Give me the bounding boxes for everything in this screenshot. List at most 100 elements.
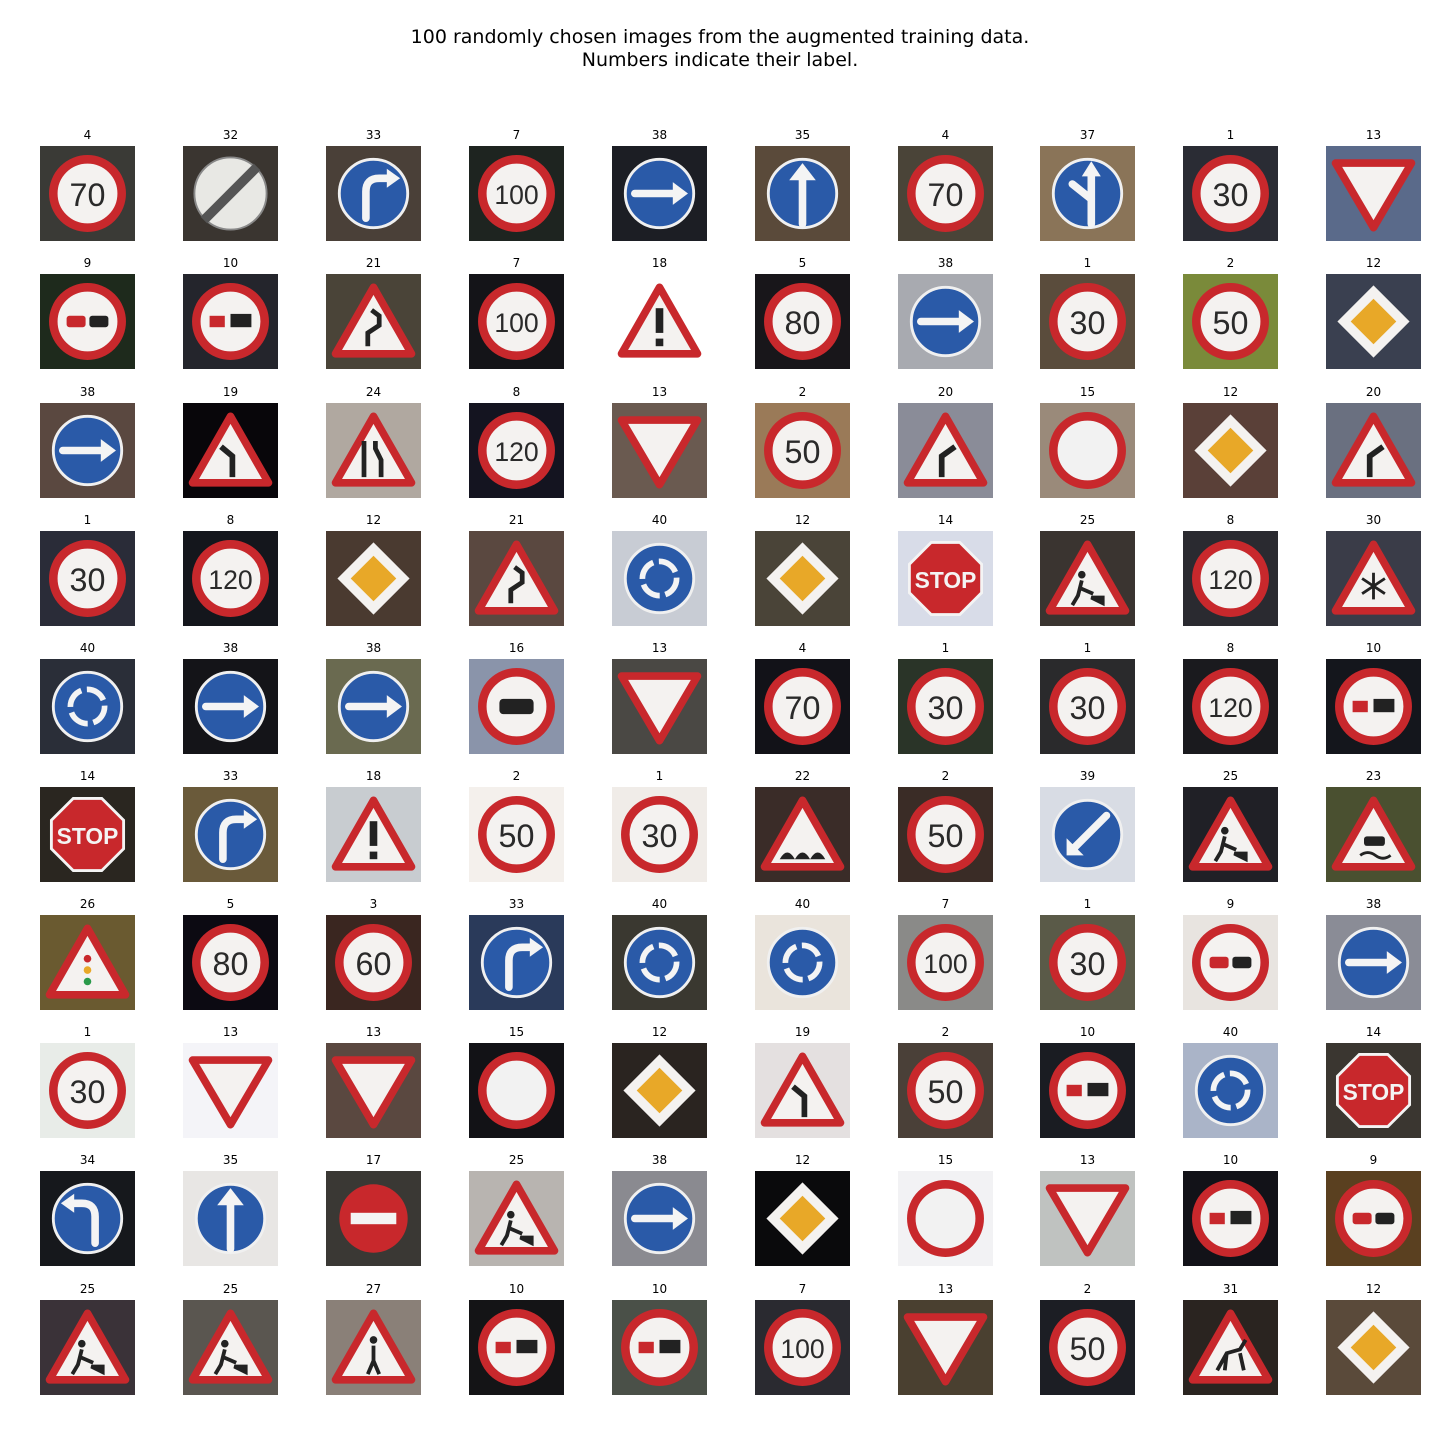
- image-label: 37: [1079, 128, 1096, 142]
- image-label: 15: [1079, 385, 1096, 399]
- speed-limit-icon: 80: [183, 915, 278, 1010]
- image-label: 5: [226, 897, 235, 911]
- no-vehicles-icon-graphic: [1040, 403, 1135, 498]
- road-work-icon: [1183, 787, 1278, 882]
- image-label: 12: [1365, 256, 1382, 270]
- speed-limit-icon-graphic: 50: [1183, 274, 1278, 369]
- svg-text:50: 50: [499, 818, 535, 854]
- turn-right-icon-graphic: [183, 787, 278, 882]
- priority-road-icon: [1183, 403, 1278, 498]
- image-label: 10: [508, 1282, 525, 1296]
- speed-limit-icon-graphic: 30: [1183, 146, 1278, 241]
- slippery-road-icon: [1326, 787, 1421, 882]
- ahead-only-icon: [183, 1171, 278, 1266]
- svg-text:80: 80: [785, 305, 821, 341]
- no-passing-icon: [1326, 1171, 1421, 1266]
- keep-right-icon-graphic: [183, 659, 278, 754]
- speed-limit-icon: 120: [1183, 531, 1278, 626]
- no-passing-trucks-icon-graphic: [612, 1300, 707, 1395]
- speed-limit-icon: 100: [469, 146, 564, 241]
- speed-limit-icon-graphic: 30: [898, 659, 993, 754]
- double-curve-icon-graphic: [326, 274, 421, 369]
- no-vehicles-icon: [469, 1043, 564, 1138]
- speed-limit-icon-graphic: 50: [755, 403, 850, 498]
- image-label: 15: [508, 1025, 525, 1039]
- speed-limit-icon: 70: [898, 146, 993, 241]
- no-trucks-icon: [469, 659, 564, 754]
- speed-limit-icon: 70: [40, 146, 135, 241]
- image-label: 13: [1365, 128, 1382, 142]
- image-label: 13: [937, 1282, 954, 1296]
- turn-right-icon-graphic: [326, 146, 421, 241]
- ice-snow-icon-graphic: [1326, 531, 1421, 626]
- image-label: 3: [369, 897, 378, 911]
- road-narrows-icon: [326, 403, 421, 498]
- image-label: 1: [83, 513, 92, 527]
- image-label: 10: [1222, 1153, 1239, 1167]
- no-passing-trucks-icon-graphic: [1183, 1171, 1278, 1266]
- roundabout-icon: [612, 531, 707, 626]
- image-grid: 4 70 32 33 7 100 38 35 4 70 37 1 30 13 9 10 21 7 100 18 5 80…: [0, 0, 1440, 1440]
- svg-text:30: 30: [1213, 177, 1249, 213]
- speed-limit-icon: 50: [1040, 1300, 1135, 1395]
- image-label: 26: [79, 897, 96, 911]
- image-label: 5: [798, 256, 807, 270]
- image-label: 25: [1079, 513, 1096, 527]
- slippery-road-icon-graphic: [1326, 787, 1421, 882]
- svg-text:50: 50: [928, 818, 964, 854]
- image-label: 4: [798, 641, 807, 655]
- priority-road-icon-graphic: [1326, 1300, 1421, 1395]
- roundabout-icon-graphic: [40, 659, 135, 754]
- image-label: 38: [1365, 897, 1382, 911]
- roundabout-icon-graphic: [1183, 1043, 1278, 1138]
- general-caution-icon: [612, 274, 707, 369]
- speed-limit-icon: 50: [469, 787, 564, 882]
- yield-icon: [612, 403, 707, 498]
- speed-limit-icon: 30: [1040, 274, 1135, 369]
- speed-limit-icon-graphic: 50: [898, 787, 993, 882]
- image-label: 2: [1083, 1282, 1092, 1296]
- wild-animals-icon: [1183, 1300, 1278, 1395]
- image-label: 25: [508, 1153, 525, 1167]
- image-label: 38: [222, 641, 239, 655]
- road-work-icon-graphic: [1040, 531, 1135, 626]
- image-label: 20: [937, 385, 954, 399]
- image-label: 13: [651, 641, 668, 655]
- speed-limit-icon: 30: [612, 787, 707, 882]
- curve-right-icon: [1326, 403, 1421, 498]
- speed-limit-icon: 120: [1183, 659, 1278, 754]
- svg-text:100: 100: [780, 1334, 824, 1364]
- priority-road-icon-graphic: [1183, 403, 1278, 498]
- yield-icon-graphic: [326, 1043, 421, 1138]
- curve-right-icon-graphic: [898, 403, 993, 498]
- no-passing-icon-graphic: [1183, 915, 1278, 1010]
- no-passing-trucks-icon-graphic: [1326, 659, 1421, 754]
- svg-text:50: 50: [928, 1074, 964, 1110]
- speed-limit-icon-graphic: 30: [40, 1043, 135, 1138]
- keep-right-icon-graphic: [326, 659, 421, 754]
- image-label: 1: [1083, 256, 1092, 270]
- speed-limit-icon-graphic: 70: [898, 146, 993, 241]
- image-label: 8: [512, 385, 521, 399]
- image-label: 20: [1365, 385, 1382, 399]
- image-label: 16: [508, 641, 525, 655]
- general-caution-icon-graphic: [326, 787, 421, 882]
- speed-limit-icon: 30: [1183, 146, 1278, 241]
- image-label: 14: [79, 769, 96, 783]
- roundabout-icon: [755, 915, 850, 1010]
- image-label: 17: [365, 1153, 382, 1167]
- svg-text:70: 70: [928, 177, 964, 213]
- svg-text:30: 30: [642, 818, 678, 854]
- ice-snow-icon: [1326, 531, 1421, 626]
- turn-left-icon: [40, 1171, 135, 1266]
- speed-limit-icon: 30: [1040, 915, 1135, 1010]
- image-label: 32: [222, 128, 239, 142]
- image-label: 14: [937, 513, 954, 527]
- keep-right-icon: [612, 1171, 707, 1266]
- no-passing-trucks-icon: [1326, 659, 1421, 754]
- image-label: 35: [794, 128, 811, 142]
- yield-icon-graphic: [612, 403, 707, 498]
- no-entry-icon-graphic: [326, 1171, 421, 1266]
- general-caution-icon-graphic: [612, 274, 707, 369]
- image-label: 25: [79, 1282, 96, 1296]
